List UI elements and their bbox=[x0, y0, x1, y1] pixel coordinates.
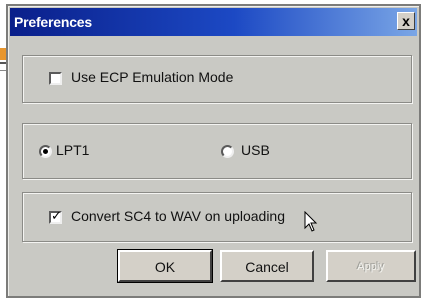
convert-label[interactable]: Convert SC4 to WAV on uploading bbox=[71, 208, 285, 224]
ok-button[interactable]: OK bbox=[117, 249, 213, 283]
cancel-button[interactable]: Cancel bbox=[220, 250, 314, 282]
dialog-title: Preferences bbox=[14, 14, 92, 30]
ecp-emulation-label[interactable]: Use ECP Emulation Mode bbox=[71, 69, 233, 85]
close-button[interactable]: x bbox=[397, 12, 415, 30]
lpt1-label[interactable]: LPT1 bbox=[56, 142, 89, 158]
radio-selected-dot bbox=[43, 149, 48, 154]
ecp-emulation-checkbox[interactable] bbox=[49, 72, 62, 85]
title-bar[interactable]: Preferences x bbox=[10, 8, 417, 36]
apply-button[interactable]: Apply bbox=[326, 250, 416, 282]
preferences-dialog: Preferences x Use ECP Emulation Mode LPT… bbox=[6, 4, 421, 298]
lpt1-radio[interactable] bbox=[39, 145, 52, 158]
convert-group: ✓ Convert SC4 to WAV on uploading bbox=[22, 192, 412, 242]
ecp-group: Use ECP Emulation Mode bbox=[22, 55, 412, 103]
pointer-cursor-icon bbox=[304, 211, 318, 232]
checkmark-icon: ✓ bbox=[51, 208, 62, 223]
usb-radio[interactable] bbox=[221, 145, 234, 158]
port-group: LPT1 USB bbox=[22, 123, 412, 179]
convert-checkbox[interactable]: ✓ bbox=[49, 208, 62, 224]
usb-label[interactable]: USB bbox=[241, 142, 270, 158]
close-icon: x bbox=[402, 13, 410, 29]
